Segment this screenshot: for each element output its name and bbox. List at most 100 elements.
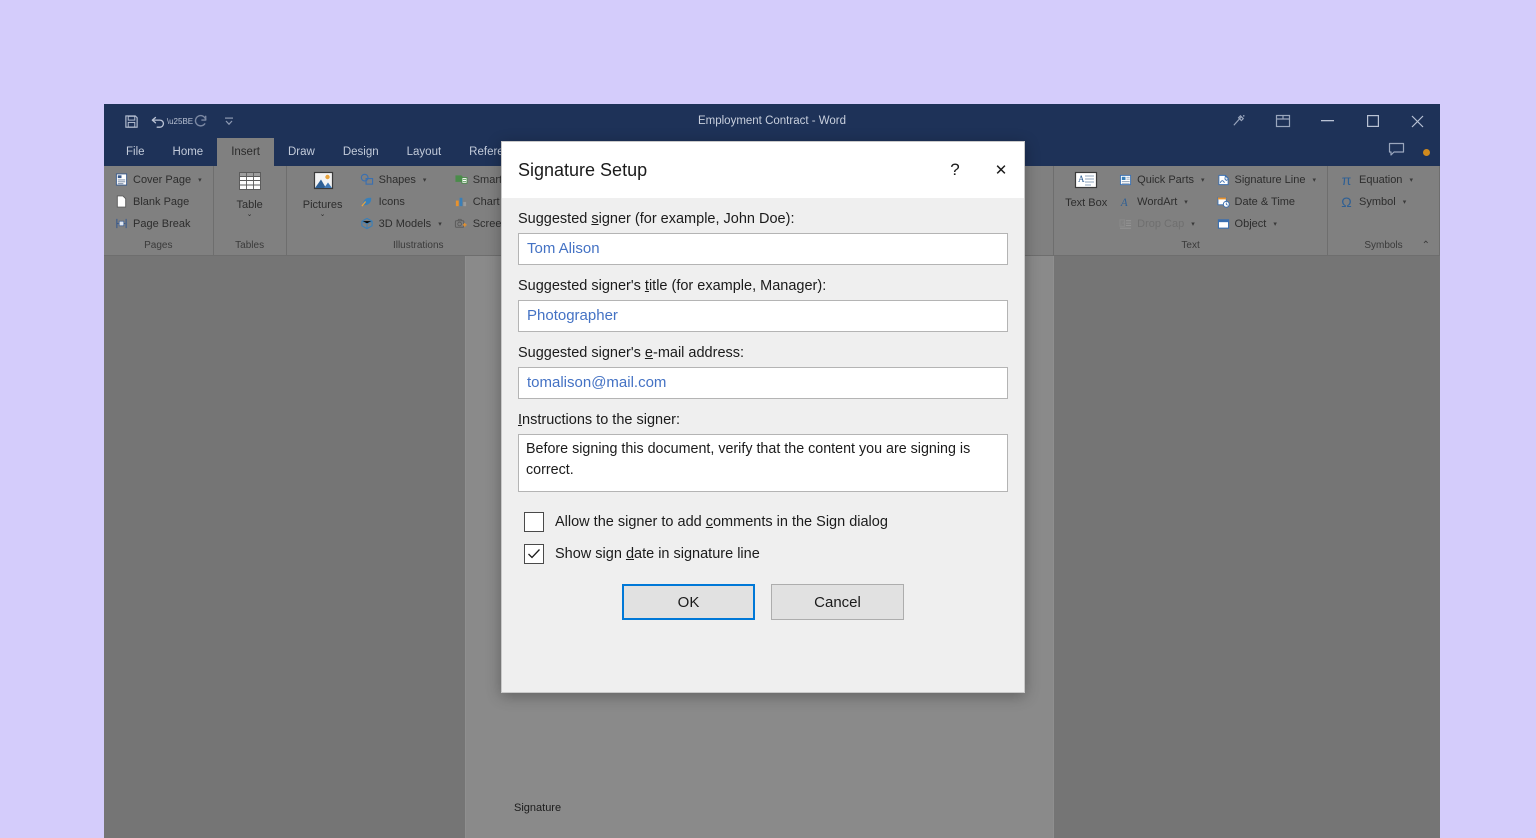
title-field-label: Suggested signer's title (for example, M…	[518, 277, 1008, 296]
close-icon[interactable]: ✕	[978, 142, 1024, 198]
chevron-down-icon[interactable]: ▾	[438, 220, 442, 228]
email-input[interactable]: tomalison@mail.com	[518, 367, 1008, 399]
account-status-indicator[interactable]	[1423, 149, 1430, 156]
instructions-textarea[interactable]: Before signing this document, verify tha…	[518, 434, 1008, 492]
show-sign-date-checkbox-row[interactable]: Show sign date in signature line	[518, 538, 1008, 570]
cover-page-button[interactable]: Cover Page ▾	[112, 169, 205, 190]
dialog-title-bar: Signature Setup ? ✕	[502, 142, 1024, 198]
tab-draw[interactable]: Draw	[274, 138, 329, 166]
pictures-button[interactable]: Pictures ⌄	[295, 169, 351, 219]
ribbon-group-pages: Cover Page ▾ Blank Page Page Break Pages	[104, 166, 214, 255]
chevron-down-icon[interactable]: ▾	[423, 176, 427, 184]
close-button[interactable]	[1395, 104, 1440, 138]
chevron-down-icon[interactable]: ▾	[1201, 176, 1205, 184]
allow-comments-checkbox-row[interactable]: Allow the signer to add comments in the …	[518, 506, 1008, 538]
cover-page-label: Cover Page	[133, 174, 191, 186]
title-label-after: itle (for example, Manager):	[649, 278, 826, 294]
save-icon[interactable]	[118, 109, 144, 133]
date-time-label: Date & Time	[1235, 196, 1296, 208]
equation-button[interactable]: π Equation ▾	[1336, 169, 1416, 190]
show-sign-date-label: Show sign date in signature line	[555, 546, 760, 562]
table-button[interactable]: Table ⌄	[222, 169, 278, 219]
icons-button[interactable]: Icons	[357, 191, 445, 212]
object-button[interactable]: Object ▾	[1214, 213, 1319, 234]
tab-file[interactable]: File	[112, 138, 159, 166]
cancel-button[interactable]: Cancel	[771, 584, 904, 620]
chevron-down-icon[interactable]: ⌄	[320, 211, 326, 219]
show-sign-date-checkbox[interactable]	[524, 544, 544, 564]
email-label-accel: e	[645, 345, 653, 361]
3d-models-label: 3D Models	[379, 218, 432, 230]
quick-parts-button[interactable]: Quick Parts ▾	[1116, 169, 1207, 190]
table-label: Table	[236, 199, 262, 211]
undo-dropdown-icon[interactable]: \u25BE	[174, 109, 186, 133]
email-field-label: Suggested signer's e-mail address:	[518, 344, 1008, 363]
customize-quick-access-icon[interactable]	[216, 109, 242, 133]
document-signature-text: Signature	[514, 802, 561, 814]
text-box-icon: A	[1072, 171, 1100, 195]
ribbon-display-options-icon[interactable]	[1217, 104, 1261, 138]
tab-design[interactable]: Design	[329, 138, 393, 166]
chevron-down-icon[interactable]: ⌄	[247, 211, 253, 219]
chevron-down-icon[interactable]: ▾	[1273, 220, 1277, 228]
allow-comments-checkbox[interactable]	[524, 512, 544, 532]
shapes-label: Shapes	[379, 174, 416, 186]
symbol-button[interactable]: Ω Symbol ▾	[1336, 191, 1416, 212]
wordart-button[interactable]: A WordArt ▾	[1116, 191, 1207, 212]
pictures-icon	[308, 171, 338, 197]
date-time-button[interactable]: Date & Time	[1214, 191, 1319, 212]
group-label-tables: Tables	[222, 240, 278, 255]
signature-line-label: Signature Line	[1235, 174, 1306, 186]
equation-label: Equation	[1359, 174, 1402, 186]
allow-comments-label-before: Allow the signer to add	[555, 514, 706, 530]
shapes-button[interactable]: Shapes ▾	[357, 169, 445, 190]
maximize-button[interactable]	[1350, 104, 1395, 138]
tab-layout[interactable]: Layout	[393, 138, 456, 166]
drop-cap-label: Drop Cap	[1137, 218, 1184, 230]
allow-comments-label: Allow the signer to add comments in the …	[555, 514, 888, 530]
instructions-label-after: nstructions to the signer:	[522, 412, 680, 428]
chevron-down-icon[interactable]: ▾	[1312, 176, 1316, 184]
chevron-down-icon[interactable]: ▾	[1409, 176, 1413, 184]
signer-field-label: Suggested signer (for example, John Doe)…	[518, 210, 1008, 229]
table-icon	[235, 171, 265, 197]
page-break-button[interactable]: Page Break	[112, 213, 205, 234]
instructions-field-label: Instructions to the signer:	[518, 411, 1008, 430]
signer-label-after: igner (for example, John Doe):	[599, 211, 795, 227]
symbol-label: Symbol	[1359, 196, 1396, 208]
collapse-ribbon-icon[interactable]: ⌃	[1422, 240, 1430, 251]
omega-icon: Ω	[1339, 194, 1354, 210]
tab-insert[interactable]: Insert	[217, 138, 274, 166]
dialog-title: Signature Setup	[518, 160, 647, 181]
blank-page-button[interactable]: Blank Page	[112, 191, 205, 212]
wordart-label: WordArt	[1137, 196, 1177, 208]
chevron-down-icon[interactable]: ▾	[1184, 198, 1188, 206]
help-icon[interactable]: ?	[932, 142, 978, 198]
email-label-before: Suggested signer's	[518, 345, 645, 361]
signature-line-button[interactable]: Signature Line ▾	[1214, 169, 1319, 190]
comments-icon[interactable]	[1388, 142, 1405, 162]
signature-setup-dialog: Signature Setup ? ✕ Suggested signer (fo…	[501, 141, 1025, 693]
text-box-button[interactable]: A Text Box	[1062, 169, 1110, 209]
pi-icon: π	[1339, 172, 1354, 188]
signer-title-input[interactable]: Photographer	[518, 300, 1008, 332]
chevron-down-icon[interactable]: ▾	[198, 176, 202, 184]
checkmark-icon	[527, 548, 541, 560]
tab-home[interactable]: Home	[159, 138, 218, 166]
ribbon-group-tables: Table ⌄ Tables	[214, 166, 287, 255]
quick-parts-label: Quick Parts	[1137, 174, 1194, 186]
signer-label-before: Suggested	[518, 211, 591, 227]
window-layout-icon[interactable]	[1261, 104, 1305, 138]
3d-models-button[interactable]: 3D Models ▾	[357, 213, 445, 234]
ok-button[interactable]: OK	[622, 584, 755, 620]
group-label-symbols: Symbols	[1336, 240, 1431, 255]
chevron-down-icon[interactable]: ▾	[1403, 198, 1407, 206]
text-box-label: Text Box	[1065, 197, 1107, 209]
minimize-button[interactable]	[1305, 104, 1350, 138]
chevron-down-icon: ▾	[1191, 220, 1195, 228]
svg-text:A: A	[1121, 220, 1126, 227]
signer-input[interactable]: Tom Alison	[518, 233, 1008, 265]
pictures-label: Pictures	[303, 199, 343, 211]
redo-icon[interactable]	[188, 109, 214, 133]
object-label: Object	[1235, 218, 1267, 230]
